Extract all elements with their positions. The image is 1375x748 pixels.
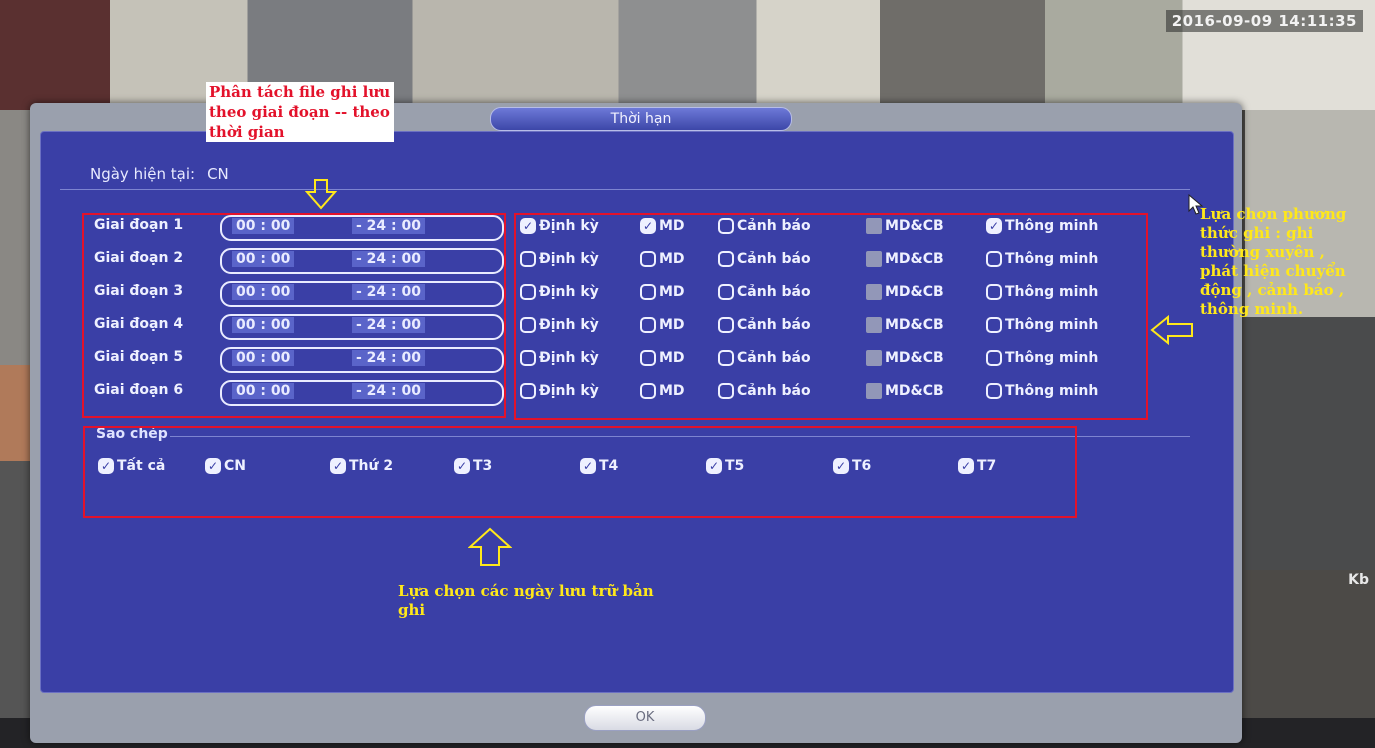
- annotation-modes-note: Lựa chọn phương thức ghi : ghi thường xu…: [1200, 205, 1347, 318]
- side-label: Kb: [1348, 572, 1369, 588]
- arrow-down-icon: [305, 179, 337, 210]
- dialog-footer: OK: [40, 695, 1232, 737]
- divider: [60, 189, 1190, 190]
- annotation-box-modes: [514, 213, 1148, 420]
- current-day: Ngày hiện tại: CN: [90, 165, 229, 183]
- annotation-box-days: [83, 426, 1077, 518]
- current-day-value: CN: [207, 165, 229, 183]
- arrow-up-icon: [468, 527, 512, 566]
- current-day-label: Ngày hiện tại:: [90, 165, 196, 183]
- dialog-title: Thời hạn: [490, 107, 792, 131]
- annotation-periods-note: Phân tách file ghi lưu theo giai đoạn --…: [206, 82, 394, 142]
- camera-timestamp: 2016-09-09 14:11:35: [1165, 10, 1363, 32]
- arrow-left-icon: [1150, 315, 1193, 345]
- camera-feed-right: [1245, 110, 1375, 570]
- annotation-days-note: Lựa chọn các ngày lưu trữ bản ghi: [398, 582, 654, 619]
- camera-feed-left: [0, 110, 30, 748]
- mouse-cursor-icon: [1188, 194, 1204, 215]
- annotation-box-periods: [82, 213, 506, 418]
- schedule-dialog: Thời hạn Ngày hiện tại: CN Giai đoạn 1 00 …: [30, 103, 1242, 743]
- ok-button[interactable]: OK: [584, 705, 706, 731]
